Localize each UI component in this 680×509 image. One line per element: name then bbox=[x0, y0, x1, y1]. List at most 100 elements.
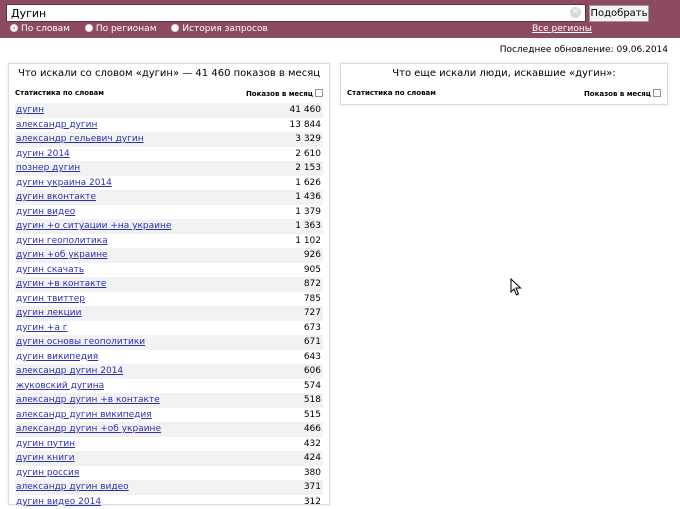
phrase-link[interactable]: александр дугин видео bbox=[15, 482, 129, 492]
phrase-link[interactable]: дугин видео 2014 bbox=[15, 497, 101, 507]
tab-by-words[interactable]: По словам bbox=[10, 24, 70, 34]
phrase-link[interactable]: дугин +в контакте bbox=[15, 279, 106, 289]
table-row: дугин +в контакте 872 bbox=[15, 277, 323, 292]
phrase-link[interactable]: дугин россия bbox=[15, 468, 79, 478]
impressions-count: 785 bbox=[304, 292, 321, 307]
phrase-link[interactable]: дугин +об украине bbox=[15, 250, 108, 260]
col-header-count: Показов в месяц bbox=[246, 89, 323, 98]
phrase-link[interactable]: дугин 2014 bbox=[15, 149, 70, 159]
table-row: познер дугин 2 153 bbox=[15, 161, 323, 176]
phrase-link[interactable]: дугин украина 2014 bbox=[15, 178, 112, 188]
right-table-header: Статистика по словам Показов в месяц bbox=[347, 89, 661, 101]
phrase-link[interactable]: дугин википедия bbox=[15, 352, 98, 362]
impressions-count: 926 bbox=[304, 248, 321, 263]
tab-history[interactable]: История запросов bbox=[171, 24, 267, 34]
table-row: дугин основы геополитики 671 bbox=[15, 335, 323, 350]
radio-icon bbox=[10, 24, 18, 32]
impressions-count: 371 bbox=[304, 480, 321, 495]
phrase-link[interactable]: александр гельевич дугин bbox=[15, 134, 144, 144]
tab-label: По словам bbox=[21, 24, 70, 34]
table-row: александр дугин видео 371 bbox=[15, 480, 323, 495]
phrase-link[interactable]: дугин основы геополитики bbox=[15, 337, 145, 347]
search-input[interactable] bbox=[7, 5, 570, 21]
impressions-count: 872 bbox=[304, 277, 321, 292]
phrase-link[interactable]: дугин геополитика bbox=[15, 236, 108, 246]
impressions-count: 380 bbox=[304, 466, 321, 481]
phrase-link[interactable]: дугин +а г bbox=[15, 323, 68, 333]
phrase-link[interactable]: жуковский дугина bbox=[15, 381, 104, 391]
impressions-count: 671 bbox=[304, 335, 321, 350]
export-icon[interactable] bbox=[653, 89, 661, 97]
radio-icon bbox=[85, 24, 93, 32]
impressions-count: 466 bbox=[304, 422, 321, 437]
col-header-words: Статистика по словам bbox=[347, 89, 436, 97]
table-row: дугин скачать905 bbox=[15, 263, 323, 278]
phrase-link[interactable]: дугин путин bbox=[15, 439, 75, 449]
phrase-link[interactable]: дугин твиттер bbox=[15, 294, 85, 304]
table-row: дугин путин 432 bbox=[15, 437, 323, 452]
phrase-link[interactable]: александр дугин +в контакте bbox=[15, 395, 160, 405]
table-row: дугин лекции 727 bbox=[15, 306, 323, 321]
table-row: александр дугин +об украине 466 bbox=[15, 422, 323, 437]
table-row: дугин видео 1 379 bbox=[15, 205, 323, 220]
table-row: дугин видео 2014 312 bbox=[15, 495, 323, 509]
phrase-link[interactable]: александр дугин +об украине bbox=[15, 424, 161, 434]
phrase-link[interactable]: дугин лекции bbox=[15, 308, 81, 318]
impressions-count: 312 bbox=[304, 495, 321, 509]
radio-icon bbox=[171, 24, 179, 32]
left-panel-title: Что искали со словом «дугин» — 41 460 по… bbox=[9, 68, 329, 79]
impressions-count: 432 bbox=[304, 437, 321, 452]
phrase-link[interactable]: познер дугин bbox=[15, 163, 80, 173]
submit-button[interactable]: Подобрать bbox=[589, 5, 649, 22]
phrase-link[interactable]: дугин скачать bbox=[15, 265, 84, 275]
col-header-count-label: Показов в месяц bbox=[584, 90, 651, 98]
table-row: александр гельевич дугин3 329 bbox=[15, 132, 323, 147]
right-panel: Что еще искали люди, искавшие «дугин»: С… bbox=[340, 63, 668, 105]
impressions-count: 643 bbox=[304, 350, 321, 365]
export-icon[interactable] bbox=[315, 89, 323, 97]
clear-icon[interactable]: × bbox=[570, 7, 581, 18]
right-panel-title: Что еще искали люди, искавшие «дугин»: bbox=[341, 68, 667, 79]
impressions-count: 13 844 bbox=[290, 118, 322, 133]
col-header-count: Показов в месяц bbox=[584, 89, 661, 98]
impressions-count: 727 bbox=[304, 306, 321, 321]
impressions-count: 41 460 bbox=[290, 103, 322, 118]
impressions-count: 1 363 bbox=[295, 219, 321, 234]
impressions-count: 673 bbox=[304, 321, 321, 336]
phrase-link[interactable]: александр дугин 2014 bbox=[15, 366, 123, 376]
top-search-bar: × Подобрать По словам По регионам Истори… bbox=[0, 0, 680, 38]
impressions-count: 606 bbox=[304, 364, 321, 379]
left-panel: Что искали со словом «дугин» — 41 460 по… bbox=[8, 63, 330, 505]
arrow-decoration bbox=[652, 2, 666, 24]
table-row: дугин +а г 673 bbox=[15, 321, 323, 336]
table-row: дугин геополитика 1 102 bbox=[15, 234, 323, 249]
phrase-link[interactable]: дугин bbox=[15, 105, 44, 115]
phrase-link[interactable]: александр дугин bbox=[15, 120, 97, 130]
impressions-count: 2 153 bbox=[295, 161, 321, 176]
table-row: жуковский дугина 574 bbox=[15, 379, 323, 394]
table-row: дугин вконтакте 1 436 bbox=[15, 190, 323, 205]
phrase-link[interactable]: дугин вконтакте bbox=[15, 192, 96, 202]
impressions-count: 1 102 bbox=[295, 234, 321, 249]
phrase-link[interactable]: дугин книги bbox=[15, 453, 75, 463]
phrase-link[interactable]: александр дугин википедия bbox=[15, 410, 152, 420]
table-row: дугин 41 460 bbox=[15, 103, 323, 118]
impressions-count: 2 610 bbox=[295, 147, 321, 162]
impressions-count: 574 bbox=[304, 379, 321, 394]
table-row: александр дугин +в контакте 518 bbox=[15, 393, 323, 408]
impressions-count: 515 bbox=[304, 408, 321, 423]
phrase-link[interactable]: дугин +о ситуации +на украине bbox=[15, 221, 171, 231]
all-regions-link[interactable]: Все регионы bbox=[532, 24, 592, 34]
tab-label: По регионам bbox=[96, 24, 157, 34]
phrase-link[interactable]: дугин видео bbox=[15, 207, 75, 217]
left-table-body: дугин41 460александр дугин13 844александ… bbox=[15, 103, 323, 509]
impressions-count: 1 379 bbox=[295, 205, 321, 220]
tab-label: История запросов bbox=[182, 24, 267, 34]
impressions-count: 518 bbox=[304, 393, 321, 408]
tab-by-regions[interactable]: По регионам bbox=[85, 24, 157, 34]
impressions-count: 1 436 bbox=[295, 190, 321, 205]
table-row: александр дугин 2014 606 bbox=[15, 364, 323, 379]
table-row: александр дугин 13 844 bbox=[15, 118, 323, 133]
table-row: дугин 2014 2 610 bbox=[15, 147, 323, 162]
table-row: дугин украина 20141 626 bbox=[15, 176, 323, 191]
